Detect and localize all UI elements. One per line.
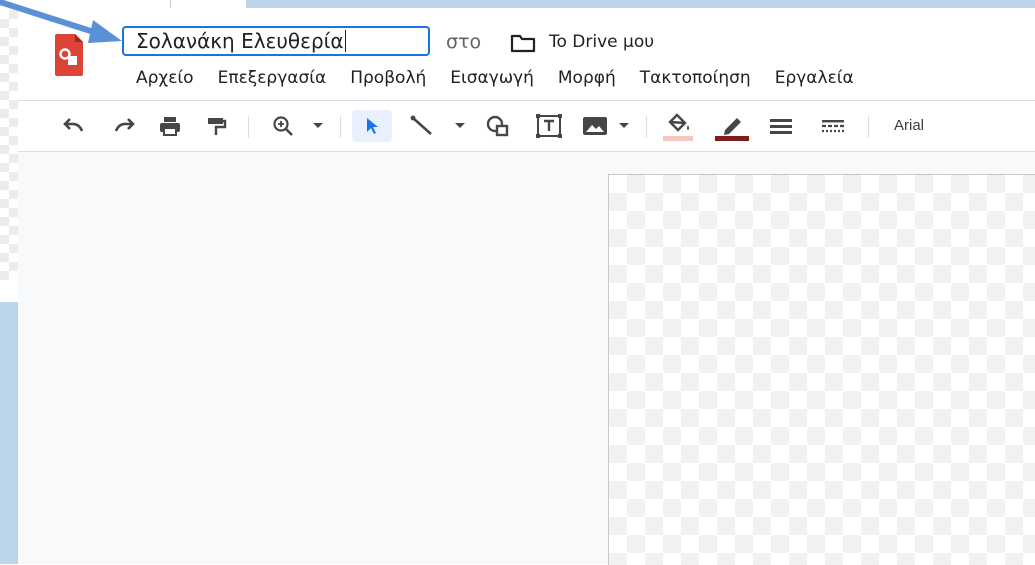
print-icon[interactable] xyxy=(154,113,186,139)
line-chevron-down-icon[interactable] xyxy=(452,113,468,139)
workspace xyxy=(18,152,1035,565)
drawing-canvas[interactable] xyxy=(608,174,1035,565)
drawings-app-window: Σολανάκη Ελευθερία στο To Drive μου Αρχε… xyxy=(18,12,1035,565)
folder-icon[interactable] xyxy=(510,33,536,57)
menu-view[interactable]: Προβολή xyxy=(350,66,426,90)
drive-folder-link[interactable]: To Drive μου xyxy=(549,32,654,52)
toolbar-divider xyxy=(868,116,869,138)
image-chevron-down-icon[interactable] xyxy=(616,113,632,139)
redo-icon[interactable] xyxy=(108,113,140,139)
border-weight-icon[interactable] xyxy=(766,113,796,139)
image-icon[interactable] xyxy=(580,113,610,139)
frame-accent-bar xyxy=(246,0,1035,8)
select-arrow-icon[interactable] xyxy=(352,110,392,142)
undo-icon[interactable] xyxy=(58,113,90,139)
border-color-icon[interactable] xyxy=(712,109,752,143)
menu-file[interactable]: Αρχείο xyxy=(136,66,194,90)
shape-icon[interactable] xyxy=(482,113,514,139)
font-family-select[interactable]: Arial xyxy=(894,117,924,134)
border-dash-icon[interactable] xyxy=(818,113,848,139)
menu-tools[interactable]: Εργαλεία xyxy=(775,66,854,90)
drawings-logo-icon[interactable] xyxy=(53,32,85,78)
zoom-chevron-down-icon[interactable] xyxy=(310,113,326,139)
toolbar-divider xyxy=(340,116,341,138)
line-icon[interactable] xyxy=(406,113,438,139)
toolbar: Arial xyxy=(18,100,1035,152)
menu-bar: Αρχείο Επεξεργασία Προβολή Εισαγωγή Μορφ… xyxy=(136,66,878,90)
document-title-input[interactable]: Σολανάκη Ελευθερία xyxy=(122,26,430,56)
menu-arrange[interactable]: Τακτοποίηση xyxy=(640,66,751,90)
document-title-text: Σολανάκη Ελευθερία xyxy=(136,29,344,53)
toolbar-divider xyxy=(248,116,249,138)
menu-insert[interactable]: Εισαγωγή xyxy=(450,66,534,90)
menu-format[interactable]: Μορφή xyxy=(558,66,616,90)
paint-format-icon[interactable] xyxy=(202,113,230,139)
fill-color-icon[interactable] xyxy=(660,109,696,143)
left-frame-blue xyxy=(0,302,20,564)
top-frame-strip xyxy=(0,0,1035,8)
toolbar-divider xyxy=(646,116,647,138)
zoom-icon[interactable] xyxy=(268,113,298,139)
text-box-icon[interactable] xyxy=(532,113,566,139)
menu-edit[interactable]: Επεξεργασία xyxy=(218,66,327,90)
frame-tick xyxy=(170,0,171,8)
text-caret xyxy=(344,30,346,52)
location-prefix: στο xyxy=(446,31,482,53)
left-frame-checker xyxy=(0,10,18,280)
